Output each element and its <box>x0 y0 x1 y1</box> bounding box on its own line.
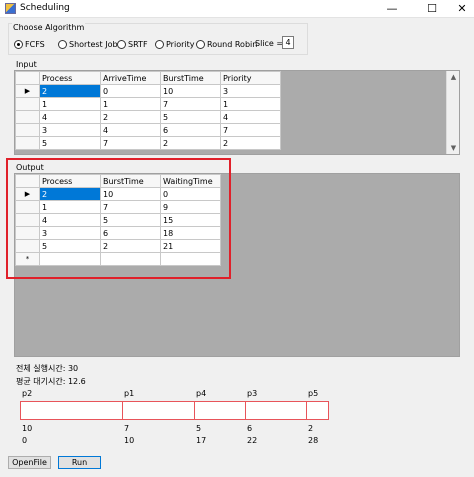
gantt-bar-segment <box>20 401 123 420</box>
total-time-text: 전체 실행시간: 30 <box>16 364 79 373</box>
gantt-burst-label: 6 <box>247 424 253 433</box>
gantt-burst-label: 7 <box>124 424 130 433</box>
gantt-start-label: 0 <box>22 436 28 445</box>
gantt-process-label: p1 <box>124 389 135 398</box>
gantt-start-label: 17 <box>196 436 207 445</box>
gantt-burst-label: 2 <box>308 424 314 433</box>
maximize-button[interactable]: ☐ <box>416 0 448 18</box>
gantt-bar-segment <box>122 401 195 420</box>
gantt-start-label: 28 <box>308 436 319 445</box>
algorithm-group-legend: Choose Algorithm <box>12 23 86 32</box>
row-header[interactable] <box>15 136 40 150</box>
input-col-priority[interactable]: Priority <box>220 71 281 85</box>
radio-dot[interactable] <box>155 39 164 49</box>
close-icon: ✕ <box>457 2 467 15</box>
app-icon <box>5 3 16 14</box>
gantt-bar-segment <box>306 401 329 420</box>
row-header-corner <box>15 71 40 85</box>
input-grid[interactable]: Process ArriveTime BurstTime Priority ▶ 2… <box>14 70 460 155</box>
slice-input[interactable]: 4 <box>282 36 294 49</box>
radio-fcfs[interactable]: FCFS <box>14 38 45 50</box>
input-cell[interactable]: 0 <box>100 84 161 98</box>
row-header[interactable] <box>15 110 40 124</box>
radio-priority[interactable]: Priority <box>155 38 194 50</box>
input-cell[interactable]: 3 <box>39 123 101 137</box>
avg-wait-text: 평균 대기시간: 12.6 <box>16 377 86 386</box>
gantt-start-label: 10 <box>124 436 135 445</box>
input-cell[interactable]: 2 <box>220 136 281 150</box>
output-highlight-box <box>6 158 231 279</box>
input-cell[interactable]: 1 <box>220 97 281 111</box>
input-cell[interactable]: 2 <box>160 136 221 150</box>
row-header[interactable] <box>15 123 40 137</box>
input-row[interactable]: 1171 <box>15 97 281 111</box>
gantt-process-label: p3 <box>247 389 258 398</box>
input-cell[interactable]: 7 <box>100 136 161 150</box>
close-button[interactable]: ✕ <box>446 0 474 18</box>
input-cell[interactable]: 3 <box>220 84 281 98</box>
input-cell[interactable]: 1 <box>39 97 101 111</box>
radio-dot[interactable] <box>117 39 126 49</box>
gantt-burst-label: 10 <box>22 424 33 433</box>
current-row-arrow-icon[interactable]: ▶ <box>15 84 40 98</box>
input-row[interactable]: 4254 <box>15 110 281 124</box>
minimize-button[interactable]: — <box>376 0 408 18</box>
window-title: Scheduling <box>20 3 70 13</box>
run-button[interactable]: Run <box>58 456 101 469</box>
radio-round-robin[interactable]: Round Robin <box>196 38 257 50</box>
title-bar: Scheduling — ☐ ✕ <box>0 0 474 18</box>
input-label: Input <box>16 60 37 69</box>
input-cell[interactable]: 5 <box>160 110 221 124</box>
radio-dot-checked[interactable] <box>14 39 23 49</box>
minimize-icon: — <box>386 2 398 15</box>
scroll-down-icon[interactable]: ▼ <box>447 142 459 154</box>
input-cell[interactable]: 4 <box>100 123 161 137</box>
maximize-icon: ☐ <box>427 2 437 15</box>
gantt-burst-label: 5 <box>196 424 202 433</box>
gantt-start-label: 22 <box>247 436 258 445</box>
gantt-bar-segment <box>194 401 246 420</box>
input-header-row: Process ArriveTime BurstTime Priority <box>15 71 281 85</box>
input-cell[interactable]: 5 <box>39 136 101 150</box>
input-col-arrivetime[interactable]: ArriveTime <box>100 71 161 85</box>
slice-label: Slice = <box>255 39 284 48</box>
input-cell[interactable]: 1 <box>100 97 161 111</box>
gantt-process-label: p5 <box>308 389 319 398</box>
row-header[interactable] <box>15 97 40 111</box>
input-row[interactable]: 5722 <box>15 136 281 150</box>
radio-dot[interactable] <box>196 39 205 49</box>
gantt-process-label: p4 <box>196 389 207 398</box>
radio-srtf[interactable]: SRTF <box>117 38 148 50</box>
input-cell[interactable]: 6 <box>160 123 221 137</box>
input-row[interactable]: 3467 <box>15 123 281 137</box>
gantt-process-label: p2 <box>22 389 33 398</box>
open-file-button[interactable]: OpenFile <box>8 456 51 469</box>
input-vscrollbar[interactable]: ▲ ▼ <box>446 71 459 154</box>
input-col-process[interactable]: Process <box>39 71 101 85</box>
input-cell[interactable]: 4 <box>39 110 101 124</box>
input-cell[interactable]: 2 <box>100 110 161 124</box>
scroll-up-icon[interactable]: ▲ <box>447 71 459 83</box>
input-cell[interactable]: 7 <box>220 123 281 137</box>
input-cell[interactable]: 4 <box>220 110 281 124</box>
gantt-bar-segment <box>245 401 307 420</box>
input-cell[interactable]: 2 <box>39 84 101 98</box>
input-col-bursttime[interactable]: BurstTime <box>160 71 221 85</box>
input-cell[interactable]: 7 <box>160 97 221 111</box>
radio-dot[interactable] <box>58 39 67 49</box>
input-cell[interactable]: 10 <box>160 84 221 98</box>
input-row[interactable]: ▶ 2 0 10 3 <box>15 84 281 98</box>
radio-shortest-job[interactable]: Shortest Job <box>58 38 118 50</box>
input-table[interactable]: Process ArriveTime BurstTime Priority ▶ 2… <box>15 71 281 150</box>
